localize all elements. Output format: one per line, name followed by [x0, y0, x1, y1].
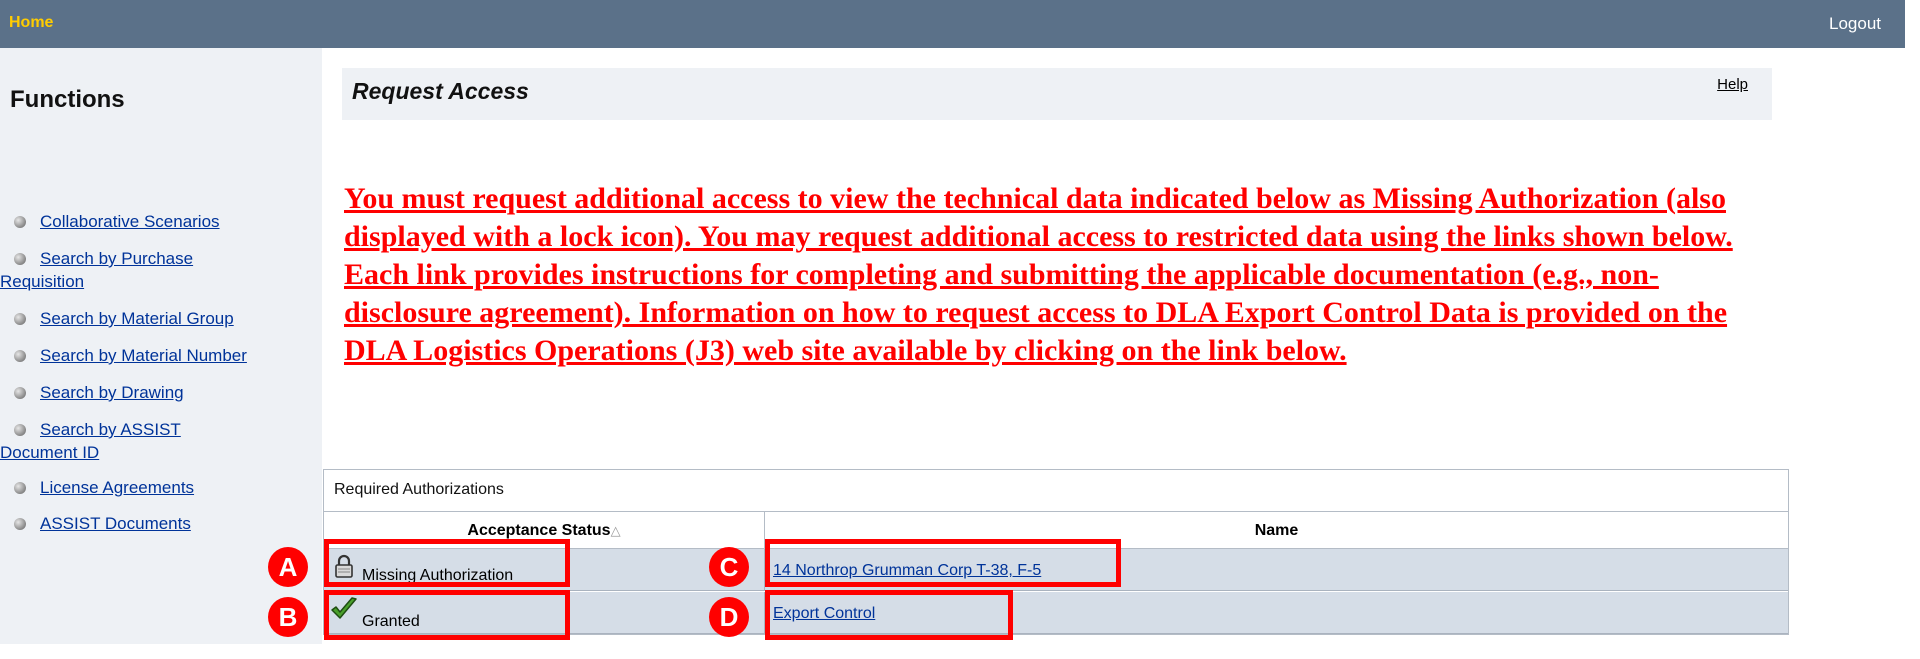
bullet-icon	[14, 253, 26, 265]
column-header-label: Acceptance Status	[467, 522, 611, 539]
help-link[interactable]: Help	[1717, 76, 1748, 93]
annotation-badge-c: C	[709, 547, 749, 587]
sidebar-item-search-drawing: Search by Drawing	[0, 381, 322, 404]
highlight-box-a	[324, 539, 570, 587]
bullet-icon	[14, 313, 26, 325]
sidebar-item-search-material-group: Search by Material Group	[0, 307, 322, 330]
sidebar-item-license-agreements: License Agreements	[0, 476, 322, 499]
search-by-material-group-link[interactable]: Search by Material Group	[0, 307, 322, 330]
bullet-icon	[14, 518, 26, 530]
page-title: Request Access	[352, 78, 529, 104]
sidebar-item-search-material-number: Search by Material Number	[0, 344, 322, 367]
bullet-icon	[14, 387, 26, 399]
bullet-icon	[14, 482, 26, 494]
annotation-badge-b: B	[268, 597, 308, 637]
bullet-icon	[14, 350, 26, 362]
home-link[interactable]: Home	[9, 14, 53, 32]
sidebar-item-collaborative-scenarios: Collaborative Scenarios	[0, 210, 322, 233]
search-by-material-number-link[interactable]: Search by Material Number	[0, 344, 322, 367]
sidebar-item-assist-documents: ASSIST Documents	[0, 512, 322, 535]
access-warning-message: You must request additional access to vi…	[344, 182, 1733, 367]
logout-link[interactable]: Logout	[1829, 14, 1881, 34]
bullet-icon	[14, 424, 26, 436]
highlight-box-b	[324, 590, 570, 640]
search-by-purchase-requisition-link[interactable]: Search by Purchase Requisition	[0, 247, 260, 293]
top-nav-bar: Home Logout	[0, 0, 1905, 48]
sort-arrow-icon[interactable]: △	[611, 523, 621, 538]
highlight-box-d	[765, 590, 1013, 640]
sidebar-title: Functions	[10, 86, 125, 113]
sidebar-item-search-assist-document-id: Search by ASSIST Document ID	[0, 418, 322, 464]
annotation-badge-d: D	[709, 597, 749, 637]
collaborative-scenarios-link[interactable]: Collaborative Scenarios	[0, 210, 322, 233]
search-by-assist-document-id-link[interactable]: Search by ASSIST Document ID	[0, 418, 230, 464]
content-header: Request Access Help	[342, 68, 1772, 120]
table-caption: Required Authorizations	[334, 481, 504, 498]
license-agreements-link[interactable]: License Agreements	[0, 476, 322, 499]
annotation-badge-a: A	[268, 547, 308, 587]
search-by-drawing-link[interactable]: Search by Drawing	[0, 381, 322, 404]
sidebar-item-search-purchase-requisition: Search by Purchase Requisition	[0, 247, 322, 293]
highlight-box-c	[765, 539, 1121, 587]
assist-documents-link[interactable]: ASSIST Documents	[0, 512, 322, 535]
bullet-icon	[14, 216, 26, 228]
